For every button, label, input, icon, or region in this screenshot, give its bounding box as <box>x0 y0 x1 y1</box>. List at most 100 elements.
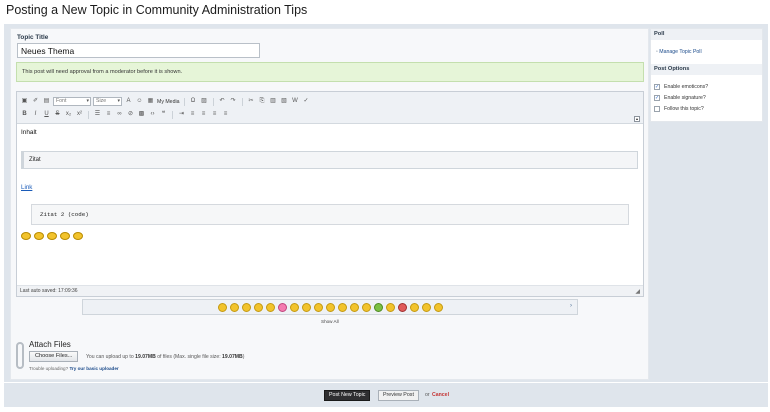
undo-icon[interactable]: ↶ <box>218 97 227 106</box>
autosave-text: Last auto saved: 17:09:36 <box>20 288 78 294</box>
redo-icon[interactable]: ↷ <box>229 97 238 106</box>
upload-info-middle: of files (Max. single file size: <box>155 354 223 360</box>
subscript-icon[interactable]: x₂ <box>64 110 73 119</box>
content-code-block: Zitat 2 (code) <box>31 204 629 225</box>
align-justify-icon[interactable]: ≡ <box>221 110 230 119</box>
source-icon[interactable]: ▣ <box>20 97 29 106</box>
content-emoticons <box>21 232 83 240</box>
smiley-icon[interactable] <box>217 302 227 312</box>
resize-handle-icon[interactable]: ◢ <box>635 287 640 297</box>
code-icon[interactable]: ‹› <box>148 110 157 119</box>
bullet-list-icon[interactable]: ☰ <box>93 110 102 119</box>
emoticon-icon <box>34 232 44 240</box>
unlink-icon[interactable]: ⊘ <box>126 110 135 119</box>
numbered-list-icon[interactable]: ≡ <box>104 110 113 119</box>
toolbar-separator <box>172 110 173 119</box>
align-left-icon[interactable]: ≡ <box>188 110 197 119</box>
post-new-topic-button[interactable]: Post New Topic <box>324 390 371 401</box>
emoticon-icon <box>60 232 70 240</box>
form-footer: Post New Topic Preview Post or Cancel <box>4 383 768 407</box>
upload-info-prefix: You can upload up to <box>86 354 136 360</box>
image-insert-icon[interactable]: ▩ <box>137 110 146 119</box>
indent-icon[interactable]: ⇥ <box>177 110 186 119</box>
smiley-icon[interactable] <box>277 302 287 312</box>
basic-uploader-link[interactable]: Try our basic uploader <box>69 366 118 371</box>
paperclip-icon <box>16 342 24 369</box>
autosave-status: Last auto saved: 17:09:36 ◢ <box>17 285 643 296</box>
smiley-icon[interactable] <box>409 302 419 312</box>
follow-topic-checkbox[interactable] <box>654 106 660 112</box>
special-char-icon[interactable]: Ω <box>189 97 198 106</box>
remove-format-icon[interactable]: ✐ <box>31 97 40 106</box>
cut-icon[interactable]: ✂ <box>247 97 256 106</box>
copy-icon[interactable]: ⎘ <box>258 97 267 106</box>
upload-single-size: 19.07MB <box>222 354 243 360</box>
choose-files-button[interactable]: Choose Files... <box>29 351 79 362</box>
upload-info-suffix: ) <box>242 354 245 360</box>
paste-icon[interactable]: ▥ <box>269 97 278 106</box>
or-text: or <box>425 392 430 398</box>
content-paragraph: Inhalt <box>21 129 37 136</box>
content-quote: Zitat <box>21 151 638 169</box>
manage-poll-link[interactable]: ▫ Manage Topic Poll <box>656 49 702 55</box>
italic-icon[interactable]: I <box>31 110 40 119</box>
smiley-icon[interactable] <box>253 302 263 312</box>
smiley-icon[interactable] <box>241 302 251 312</box>
smiley-icon[interactable] <box>301 302 311 312</box>
align-right-icon[interactable]: ≡ <box>210 110 219 119</box>
smiley-icon[interactable] <box>337 302 347 312</box>
link-icon[interactable]: ∞ <box>115 110 124 119</box>
media-icon[interactable]: ▦ <box>146 97 155 106</box>
smiley-icon[interactable] <box>373 302 383 312</box>
paste-word-icon[interactable]: W <box>291 97 300 106</box>
enable-signature-label: Enable signature? <box>664 95 706 101</box>
smiley-icon[interactable] <box>325 302 335 312</box>
smiley-icon[interactable] <box>385 302 395 312</box>
next-arrow-icon[interactable]: › <box>570 303 572 309</box>
size-select[interactable]: Size <box>93 97 122 106</box>
editor-content[interactable]: Inhalt Zitat Link Zitat 2 (code) <box>17 125 643 285</box>
paste-text-icon[interactable]: ▧ <box>280 97 289 106</box>
image-icon[interactable]: ▨ <box>200 97 209 106</box>
topic-title-input[interactable] <box>17 43 260 58</box>
bold-icon[interactable]: B <box>20 110 29 119</box>
content-link[interactable]: Link <box>21 184 32 191</box>
trouble-prefix: Trouble uploading? <box>29 366 70 371</box>
smiley-icon[interactable] <box>289 302 299 312</box>
post-options-header: Post Options <box>651 64 762 75</box>
smiley-icon[interactable] <box>421 302 431 312</box>
bullet-icon: ▫ <box>656 49 658 55</box>
underline-icon[interactable]: U <box>42 110 51 119</box>
options-sidebar: Poll ▫ Manage Topic Poll Post Options ✓ … <box>650 28 763 122</box>
enable-emoticons-checkbox[interactable]: ✓ <box>654 84 660 90</box>
collapse-toolbar-icon[interactable]: ▴ <box>634 116 640 122</box>
superscript-icon[interactable]: x² <box>75 110 84 119</box>
quote-icon[interactable]: ❝ <box>159 110 168 119</box>
smiley-icon[interactable] <box>397 302 407 312</box>
preview-post-button[interactable]: Preview Post <box>378 390 419 401</box>
cancel-link[interactable]: Cancel <box>432 392 449 398</box>
show-all-smilies-link[interactable]: Show All <box>321 319 339 324</box>
enable-signature-checkbox[interactable]: ✓ <box>654 95 660 101</box>
smiley-icon[interactable] <box>433 302 443 312</box>
emoticon-icon[interactable]: ☺ <box>135 97 144 106</box>
topic-title-label: Topic Title <box>17 34 49 41</box>
post-form: Topic Title This post will need approval… <box>10 28 649 380</box>
table-icon[interactable]: ▤ <box>42 97 51 106</box>
text-color-icon[interactable]: A <box>124 97 133 106</box>
smiley-icon[interactable] <box>313 302 323 312</box>
manage-poll-label: Manage Topic Poll <box>659 49 702 55</box>
poll-header: Poll <box>651 29 762 40</box>
my-media-label[interactable]: My Media <box>157 99 180 105</box>
strikethrough-icon[interactable]: S <box>53 110 62 119</box>
smiley-icon[interactable] <box>229 302 239 312</box>
smiley-icon[interactable] <box>361 302 371 312</box>
align-center-icon[interactable]: ≡ <box>199 110 208 119</box>
smiley-icon[interactable] <box>349 302 359 312</box>
page-title: Posting a New Topic in Community Adminis… <box>6 3 308 17</box>
approval-notice: This post will need approval from a mode… <box>16 62 644 82</box>
smiley-icon[interactable] <box>265 302 275 312</box>
upload-limit-info: You can upload up to 19.07MB of files (M… <box>86 354 244 360</box>
spellcheck-icon[interactable]: ✓ <box>302 97 311 106</box>
font-select[interactable]: Font <box>53 97 91 106</box>
